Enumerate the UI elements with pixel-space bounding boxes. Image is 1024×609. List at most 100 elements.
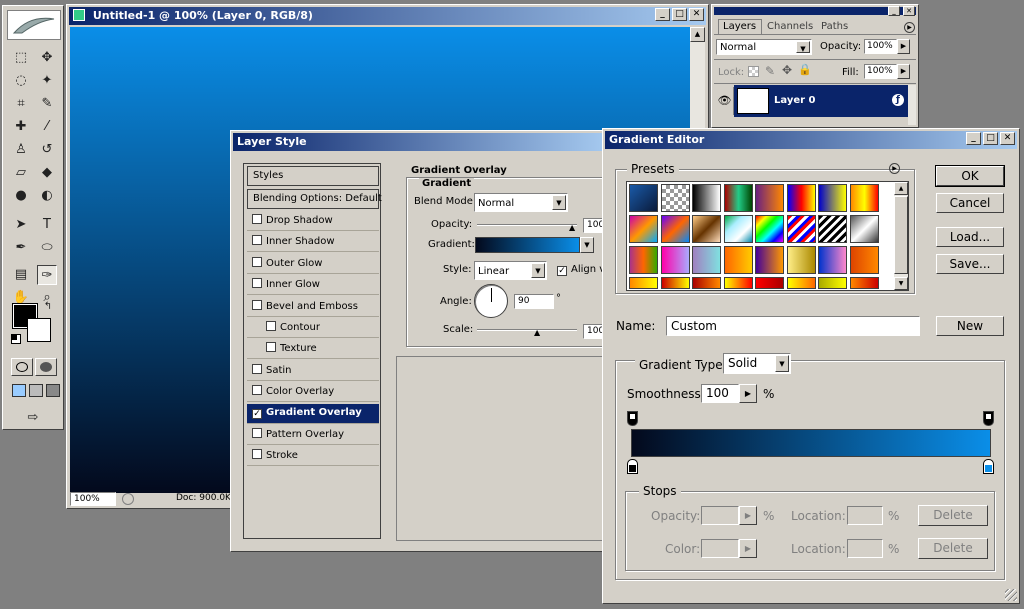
eraser-icon[interactable]: ▱ <box>11 163 31 183</box>
checkbox-icon[interactable] <box>252 299 262 310</box>
presets-scroll-down-icon[interactable]: ▼ <box>894 277 908 290</box>
gradient-editor-titlebar[interactable]: Gradient Editor <box>605 131 1017 149</box>
layers-scrollbar[interactable] <box>908 85 916 125</box>
style-item-gradient-overlay[interactable]: ✓ Gradient Overlay <box>247 403 379 424</box>
ls-blend-mode-dropdown[interactable]: Normal ▼ <box>474 193 568 212</box>
preset-swatch[interactable] <box>723 215 753 243</box>
style-item-texture[interactable]: Texture <box>247 339 379 360</box>
resize-grip-icon[interactable] <box>1005 589 1017 601</box>
color-delete-button[interactable]: Delete <box>918 538 988 559</box>
load-button[interactable]: Load... <box>936 227 1004 247</box>
preset-swatch[interactable] <box>723 246 753 274</box>
gradient-picker-arrow[interactable]: ▼ <box>580 237 594 253</box>
preset-swatch[interactable] <box>692 184 721 212</box>
blend-mode-dropdown[interactable]: Normal ▼ <box>716 39 812 55</box>
angle-field[interactable]: 90 <box>514 294 554 309</box>
preset-swatch[interactable] <box>692 215 721 243</box>
preset-swatch[interactable] <box>692 277 721 289</box>
presets-scroll-thumb[interactable] <box>894 196 908 274</box>
visibility-eye-icon[interactable]: 👁 <box>716 87 734 115</box>
zoom-field[interactable]: 100% <box>70 492 116 506</box>
fill-arrow-icon[interactable]: ▶ <box>897 64 910 79</box>
preset-swatch[interactable] <box>660 184 690 212</box>
standard-mode-icon[interactable] <box>11 358 33 376</box>
align-checkbox[interactable]: ✓ Align v <box>557 264 605 276</box>
ge-minimize-button[interactable]: _ <box>966 132 981 145</box>
notes-icon[interactable]: ▤ <box>11 265 31 285</box>
style-item-stroke[interactable]: Stroke <box>247 446 379 467</box>
preset-swatch[interactable] <box>755 277 784 289</box>
minimize-button[interactable]: _ <box>655 8 670 21</box>
lock-transparent-icon[interactable] <box>748 66 759 77</box>
gradient-bar[interactable] <box>631 429 991 457</box>
style-dropdown[interactable]: Linear ▼ <box>474 261 547 280</box>
maximize-button[interactable]: □ <box>672 8 687 21</box>
checkbox-icon[interactable]: ✓ <box>252 408 262 419</box>
checkbox-icon[interactable] <box>266 321 276 331</box>
lock-all-icon[interactable]: 🔒 <box>798 63 812 76</box>
style-item-pattern-overlay[interactable]: Pattern Overlay <box>247 425 379 445</box>
smoothness-arrow-icon[interactable]: ▶ <box>739 384 757 403</box>
preset-swatch[interactable] <box>629 184 658 212</box>
style-item-bevel-and-emboss[interactable]: Bevel and Emboss <box>247 297 379 317</box>
history-brush-icon[interactable]: ↺ <box>37 140 57 160</box>
shape-icon[interactable]: ⬭ <box>37 238 57 258</box>
type-icon[interactable]: T <box>37 215 57 235</box>
panel-menu-icon[interactable]: ▶ <box>904 22 915 33</box>
checkbox-icon[interactable] <box>252 449 262 460</box>
preset-swatch[interactable] <box>818 246 847 274</box>
move-icon[interactable]: ✥ <box>37 48 57 68</box>
scale-slider-thumb[interactable]: ▲ <box>534 328 540 337</box>
tab-channels[interactable]: Channels <box>764 20 814 34</box>
quickmask-mode-icon[interactable] <box>35 358 57 376</box>
tab-layers[interactable]: Layers <box>718 19 762 34</box>
screen-mode-full-icon[interactable] <box>46 384 60 397</box>
smoothness-field[interactable]: 100 <box>701 384 739 403</box>
preset-swatch[interactable] <box>786 184 816 212</box>
preset-swatch[interactable] <box>755 184 784 212</box>
jump-to-imageready-icon[interactable]: ⇨ <box>23 408 43 428</box>
swap-colors-icon[interactable]: ↰ <box>41 300 55 314</box>
tab-paths[interactable]: Paths <box>818 20 858 34</box>
style-item-inner-glow[interactable]: Inner Glow <box>247 275 379 296</box>
preset-swatch[interactable] <box>849 246 879 274</box>
eyedropper-icon[interactable]: ✑ <box>37 265 57 285</box>
new-button[interactable]: New <box>936 316 1004 336</box>
preset-swatch[interactable] <box>692 246 721 274</box>
panel-minimize-button[interactable]: _ <box>888 6 900 16</box>
healing-icon[interactable]: ✚ <box>11 117 31 137</box>
style-item-contour[interactable]: Contour <box>247 318 379 338</box>
checkbox-icon[interactable] <box>252 256 262 267</box>
preset-swatch[interactable] <box>723 277 753 289</box>
panel-close-button[interactable]: ✕ <box>903 6 915 16</box>
paint-bucket-icon[interactable]: ◆ <box>37 163 57 183</box>
preset-swatch[interactable] <box>818 277 847 289</box>
stamp-icon[interactable]: ♙ <box>11 140 31 160</box>
document-titlebar[interactable]: Untitled-1 @ 100% (Layer 0, RGB/8) <box>69 7 706 25</box>
preset-swatch[interactable] <box>629 277 658 289</box>
name-field[interactable]: Custom <box>666 316 920 336</box>
layer-row[interactable]: Layer 0 ƒ <box>734 85 910 117</box>
style-item-color-overlay[interactable]: Color Overlay <box>247 382 379 403</box>
brush-icon[interactable]: ⁄ <box>37 117 57 137</box>
preset-swatch[interactable] <box>629 215 658 243</box>
lock-position-icon[interactable]: ✥ <box>782 63 792 77</box>
angle-dial[interactable] <box>474 284 508 318</box>
ge-maximize-button[interactable]: □ <box>983 132 998 145</box>
preset-swatch[interactable] <box>660 215 690 243</box>
checkbox-icon[interactable] <box>252 428 262 438</box>
preset-swatch[interactable] <box>755 246 784 274</box>
checkbox-icon[interactable] <box>252 385 262 396</box>
opacity-stop-right[interactable] <box>983 411 994 426</box>
fill-field[interactable]: 100% <box>864 64 897 79</box>
marquee-icon[interactable]: ⬚ <box>11 48 31 68</box>
layer-effects-icon[interactable]: ƒ <box>892 94 904 106</box>
preset-swatch[interactable] <box>818 215 847 243</box>
gradient-preview[interactable] <box>475 237 580 253</box>
preset-swatch[interactable] <box>849 184 879 212</box>
gradient-type-dropdown[interactable]: Solid ▼ <box>723 353 791 374</box>
status-menu-icon[interactable] <box>122 493 134 505</box>
pen-icon[interactable]: ✒ <box>11 238 31 258</box>
preset-swatch[interactable] <box>660 277 690 289</box>
checkbox-icon[interactable] <box>252 363 262 374</box>
